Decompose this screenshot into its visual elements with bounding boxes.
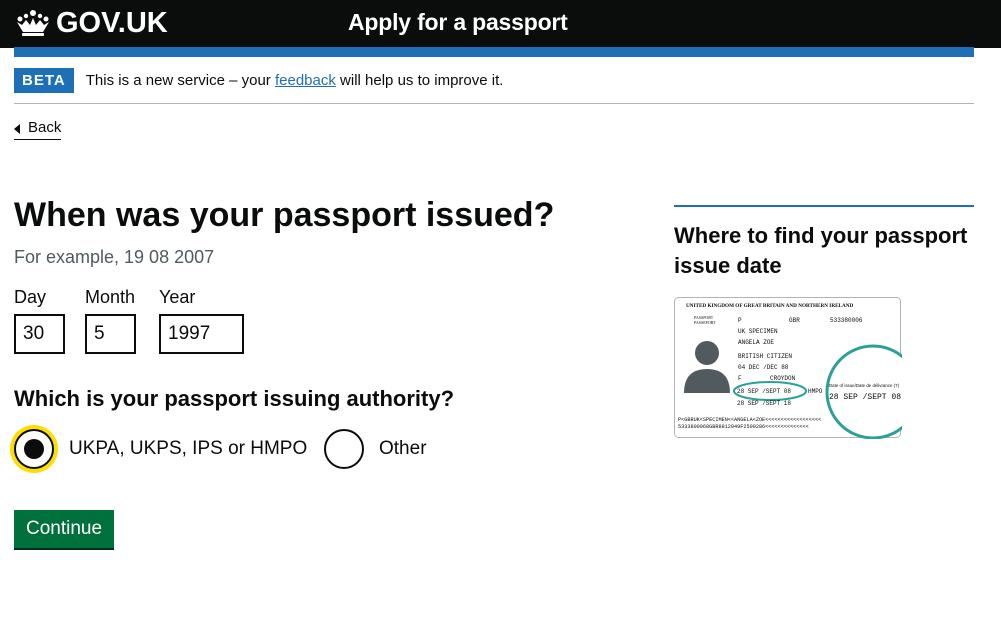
- month-label: Month: [85, 287, 136, 307]
- year-label: Year: [159, 287, 196, 307]
- svg-text:Date of issue/Date de délivran: Date of issue/Date de délivrance (7): [829, 383, 900, 388]
- radio-dot: [24, 439, 44, 459]
- year-input[interactable]: [159, 314, 244, 354]
- year-field: Year: [159, 286, 244, 354]
- phase-banner-text: This is a new service – your feedback wi…: [86, 68, 504, 93]
- svg-text:P: P: [738, 317, 742, 324]
- radio-label-ukpa[interactable]: UKPA, UKPS, IPS or HMPO: [69, 437, 307, 461]
- chevron-left-icon: [14, 124, 20, 134]
- svg-text:UK SPECIMEN: UK SPECIMEN: [738, 328, 778, 335]
- svg-text:28 SEP /SEPT 08: 28 SEP /SEPT 08: [737, 388, 791, 395]
- month-input[interactable]: [85, 314, 136, 354]
- day-input[interactable]: [14, 314, 65, 354]
- date-hint: For example, 19 08 2007: [14, 247, 215, 267]
- svg-text:BRITISH CITIZEN: BRITISH CITIZEN: [738, 353, 792, 360]
- day-field: Day: [14, 286, 65, 354]
- svg-text:533380006: 533380006: [830, 317, 863, 324]
- radio-other[interactable]: Other: [324, 427, 427, 471]
- svg-text:UNITED KINGDOM OF GREAT BRITAI: UNITED KINGDOM OF GREAT BRITAIN AND NORT…: [686, 303, 853, 309]
- beta-tag: BETA: [14, 68, 74, 93]
- radio-button[interactable]: [324, 429, 364, 469]
- feedback-link[interactable]: feedback: [275, 72, 336, 89]
- month-field: Month: [85, 286, 136, 354]
- back-link-label: Back: [28, 119, 62, 136]
- radio-ukpa[interactable]: UKPA, UKPS, IPS or HMPO: [14, 427, 307, 471]
- svg-text:04 DEC /DEC 88: 04 DEC /DEC 88: [738, 364, 789, 371]
- svg-text:HMPO: HMPO: [808, 388, 823, 395]
- phase-banner: BETA This is a new service – your feedba…: [14, 68, 974, 104]
- back-link[interactable]: Back: [14, 118, 62, 140]
- service-name-link[interactable]: Apply for a passport: [348, 9, 568, 36]
- svg-text:GBR: GBR: [789, 317, 800, 324]
- help-title: Where to find your passport issue date: [674, 223, 968, 278]
- svg-text:28 SEP /SEPT 18: 28 SEP /SEPT 18: [737, 400, 791, 407]
- radio-button-selected[interactable]: [14, 429, 54, 469]
- page-title: When was your passport issued?: [14, 196, 555, 234]
- radio-label-other[interactable]: Other: [379, 437, 427, 461]
- svg-text:F: F: [738, 375, 742, 382]
- day-label: Day: [14, 287, 47, 307]
- govuk-header: GOV.UK Apply for a passport: [0, 0, 1001, 48]
- passport-issue-date-illustration: UNITED KINGDOM OF GREAT BRITAIN AND NORT…: [674, 297, 902, 439]
- govuk-logo-link[interactable]: GOV.UK: [14, 6, 168, 40]
- svg-text:CROYDON: CROYDON: [770, 375, 796, 382]
- svg-text:PASSEPORT: PASSEPORT: [694, 320, 716, 325]
- crown-icon: [17, 10, 49, 36]
- authority-heading: Which is your passport issuing authority…: [14, 386, 455, 411]
- svg-text:28 SEP /SEPT 08: 28 SEP /SEPT 08: [829, 393, 901, 402]
- header-accent-bar: [14, 47, 974, 57]
- svg-text:5333800068GBR8812049F2509286<<: 5333800068GBR8812049F2509286<<<<<<<<<<<<…: [678, 424, 809, 430]
- phase-text-before: This is a new service – your: [85, 72, 275, 89]
- svg-text:P<GBRUK<SPECIMEN<<ANGELA<ZOE<<: P<GBRUK<SPECIMEN<<ANGELA<ZOE<<<<<<<<<<<<…: [678, 417, 821, 423]
- continue-button[interactable]: Continue: [14, 510, 115, 548]
- govuk-brand-text: GOV.UK: [56, 6, 168, 39]
- related-help: Where to find your passport issue date U…: [674, 205, 974, 439]
- phase-text-after: will help us to improve it.: [335, 72, 504, 89]
- svg-text:ANGELA ZOE: ANGELA ZOE: [738, 339, 774, 346]
